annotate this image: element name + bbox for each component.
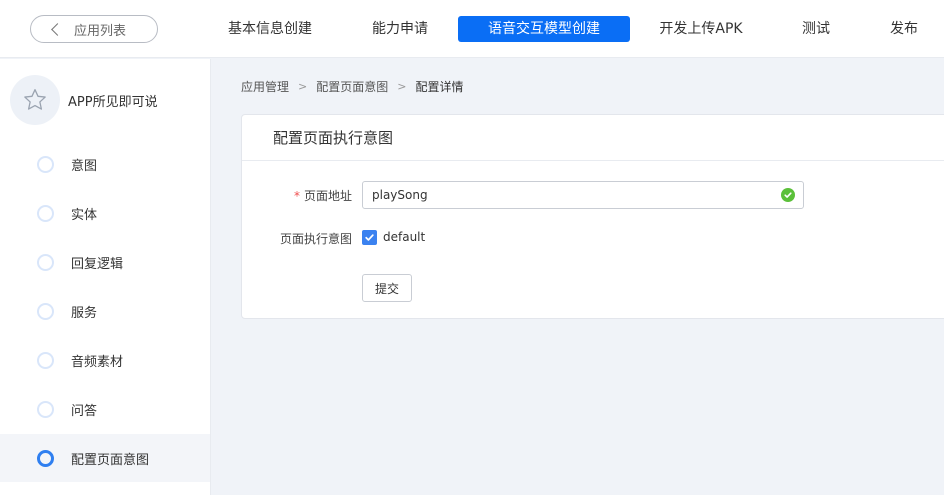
chevron-right-icon: > bbox=[298, 80, 308, 93]
checkmark-icon bbox=[365, 234, 374, 241]
submit-button[interactable]: 提交 bbox=[362, 274, 412, 302]
sidebar-item-service[interactable]: 服务 bbox=[0, 287, 210, 335]
breadcrumb: 应用管理 > 配置页面意图 > 配置详情 bbox=[241, 78, 463, 95]
back-button-label: 应用列表 bbox=[74, 23, 127, 39]
tab-capability-apply[interactable]: 能力申请 bbox=[356, 16, 444, 42]
circle-icon bbox=[37, 400, 54, 418]
circle-icon bbox=[37, 302, 54, 320]
sidebar-item-qa[interactable]: 问答 bbox=[0, 385, 210, 433]
app-header: APP所见即可说 bbox=[0, 59, 210, 141]
page-address-label: * 页面地址 bbox=[293, 189, 352, 203]
chevron-right-icon: > bbox=[397, 80, 407, 93]
circle-icon bbox=[37, 253, 54, 271]
default-intent-label: default bbox=[383, 230, 426, 244]
breadcrumb-app-manage[interactable]: 应用管理 bbox=[241, 78, 289, 95]
sidebar-item-label: 实体 bbox=[71, 207, 98, 223]
sidebar-item-label: 问答 bbox=[71, 403, 98, 419]
breadcrumb-current: 配置详情 bbox=[415, 80, 464, 94]
tab-publish[interactable]: 发布 bbox=[878, 16, 930, 42]
config-card: 配置页面执行意图 *页面地址 页面执行意图 default 提交 bbox=[241, 114, 944, 319]
page-address-input[interactable] bbox=[362, 181, 804, 209]
circle-icon bbox=[37, 204, 54, 222]
card-title: 配置页面执行意图 bbox=[242, 115, 944, 161]
sidebar-item-label: 意图 bbox=[71, 158, 98, 174]
sidebar-item-label: 音频素材 bbox=[71, 354, 124, 370]
check-circle-icon bbox=[781, 188, 795, 202]
back-to-app-list-button[interactable]: 应用列表 bbox=[30, 15, 158, 43]
app-avatar bbox=[10, 75, 60, 125]
circle-icon bbox=[37, 155, 54, 173]
circle-icon bbox=[37, 351, 54, 369]
page-intent-label: 页面执行意图 bbox=[279, 232, 352, 246]
required-mark: * bbox=[293, 189, 300, 203]
breadcrumb-page-intent[interactable]: 配置页面意图 bbox=[316, 78, 388, 95]
app-name: APP所见即可说 bbox=[68, 94, 158, 110]
tab-upload-apk[interactable]: 开发上传APK bbox=[645, 16, 757, 42]
sidebar: APP所见即可说 意图 实体 回复逻辑 服务 音频素材 问答 配置页面意图 bbox=[0, 59, 211, 495]
sidebar-item-label: 回复逻辑 bbox=[71, 256, 124, 272]
sidebar-item-audio-assets[interactable]: 音频素材 bbox=[0, 336, 210, 384]
sidebar-item-intent[interactable]: 意图 bbox=[0, 140, 210, 188]
circle-icon bbox=[37, 449, 54, 467]
tab-voice-model[interactable]: 语音交互模型创建 bbox=[458, 16, 630, 42]
tab-basic-info[interactable]: 基本信息创建 bbox=[216, 16, 324, 42]
tab-test[interactable]: 测试 bbox=[790, 16, 842, 42]
sidebar-item-reply-logic[interactable]: 回复逻辑 bbox=[0, 238, 210, 286]
chevron-left-icon bbox=[51, 23, 64, 36]
sidebar-item-label: 配置页面意图 bbox=[71, 452, 150, 468]
star-icon bbox=[24, 89, 46, 110]
default-intent-checkbox[interactable] bbox=[362, 230, 377, 245]
sidebar-item-page-intent[interactable]: 配置页面意图 bbox=[0, 434, 210, 482]
top-nav: 应用列表 基本信息创建 能力申请 语音交互模型创建 开发上传APK 测试 发布 bbox=[0, 0, 944, 58]
sidebar-item-label: 服务 bbox=[71, 305, 98, 321]
sidebar-item-entity[interactable]: 实体 bbox=[0, 189, 210, 237]
